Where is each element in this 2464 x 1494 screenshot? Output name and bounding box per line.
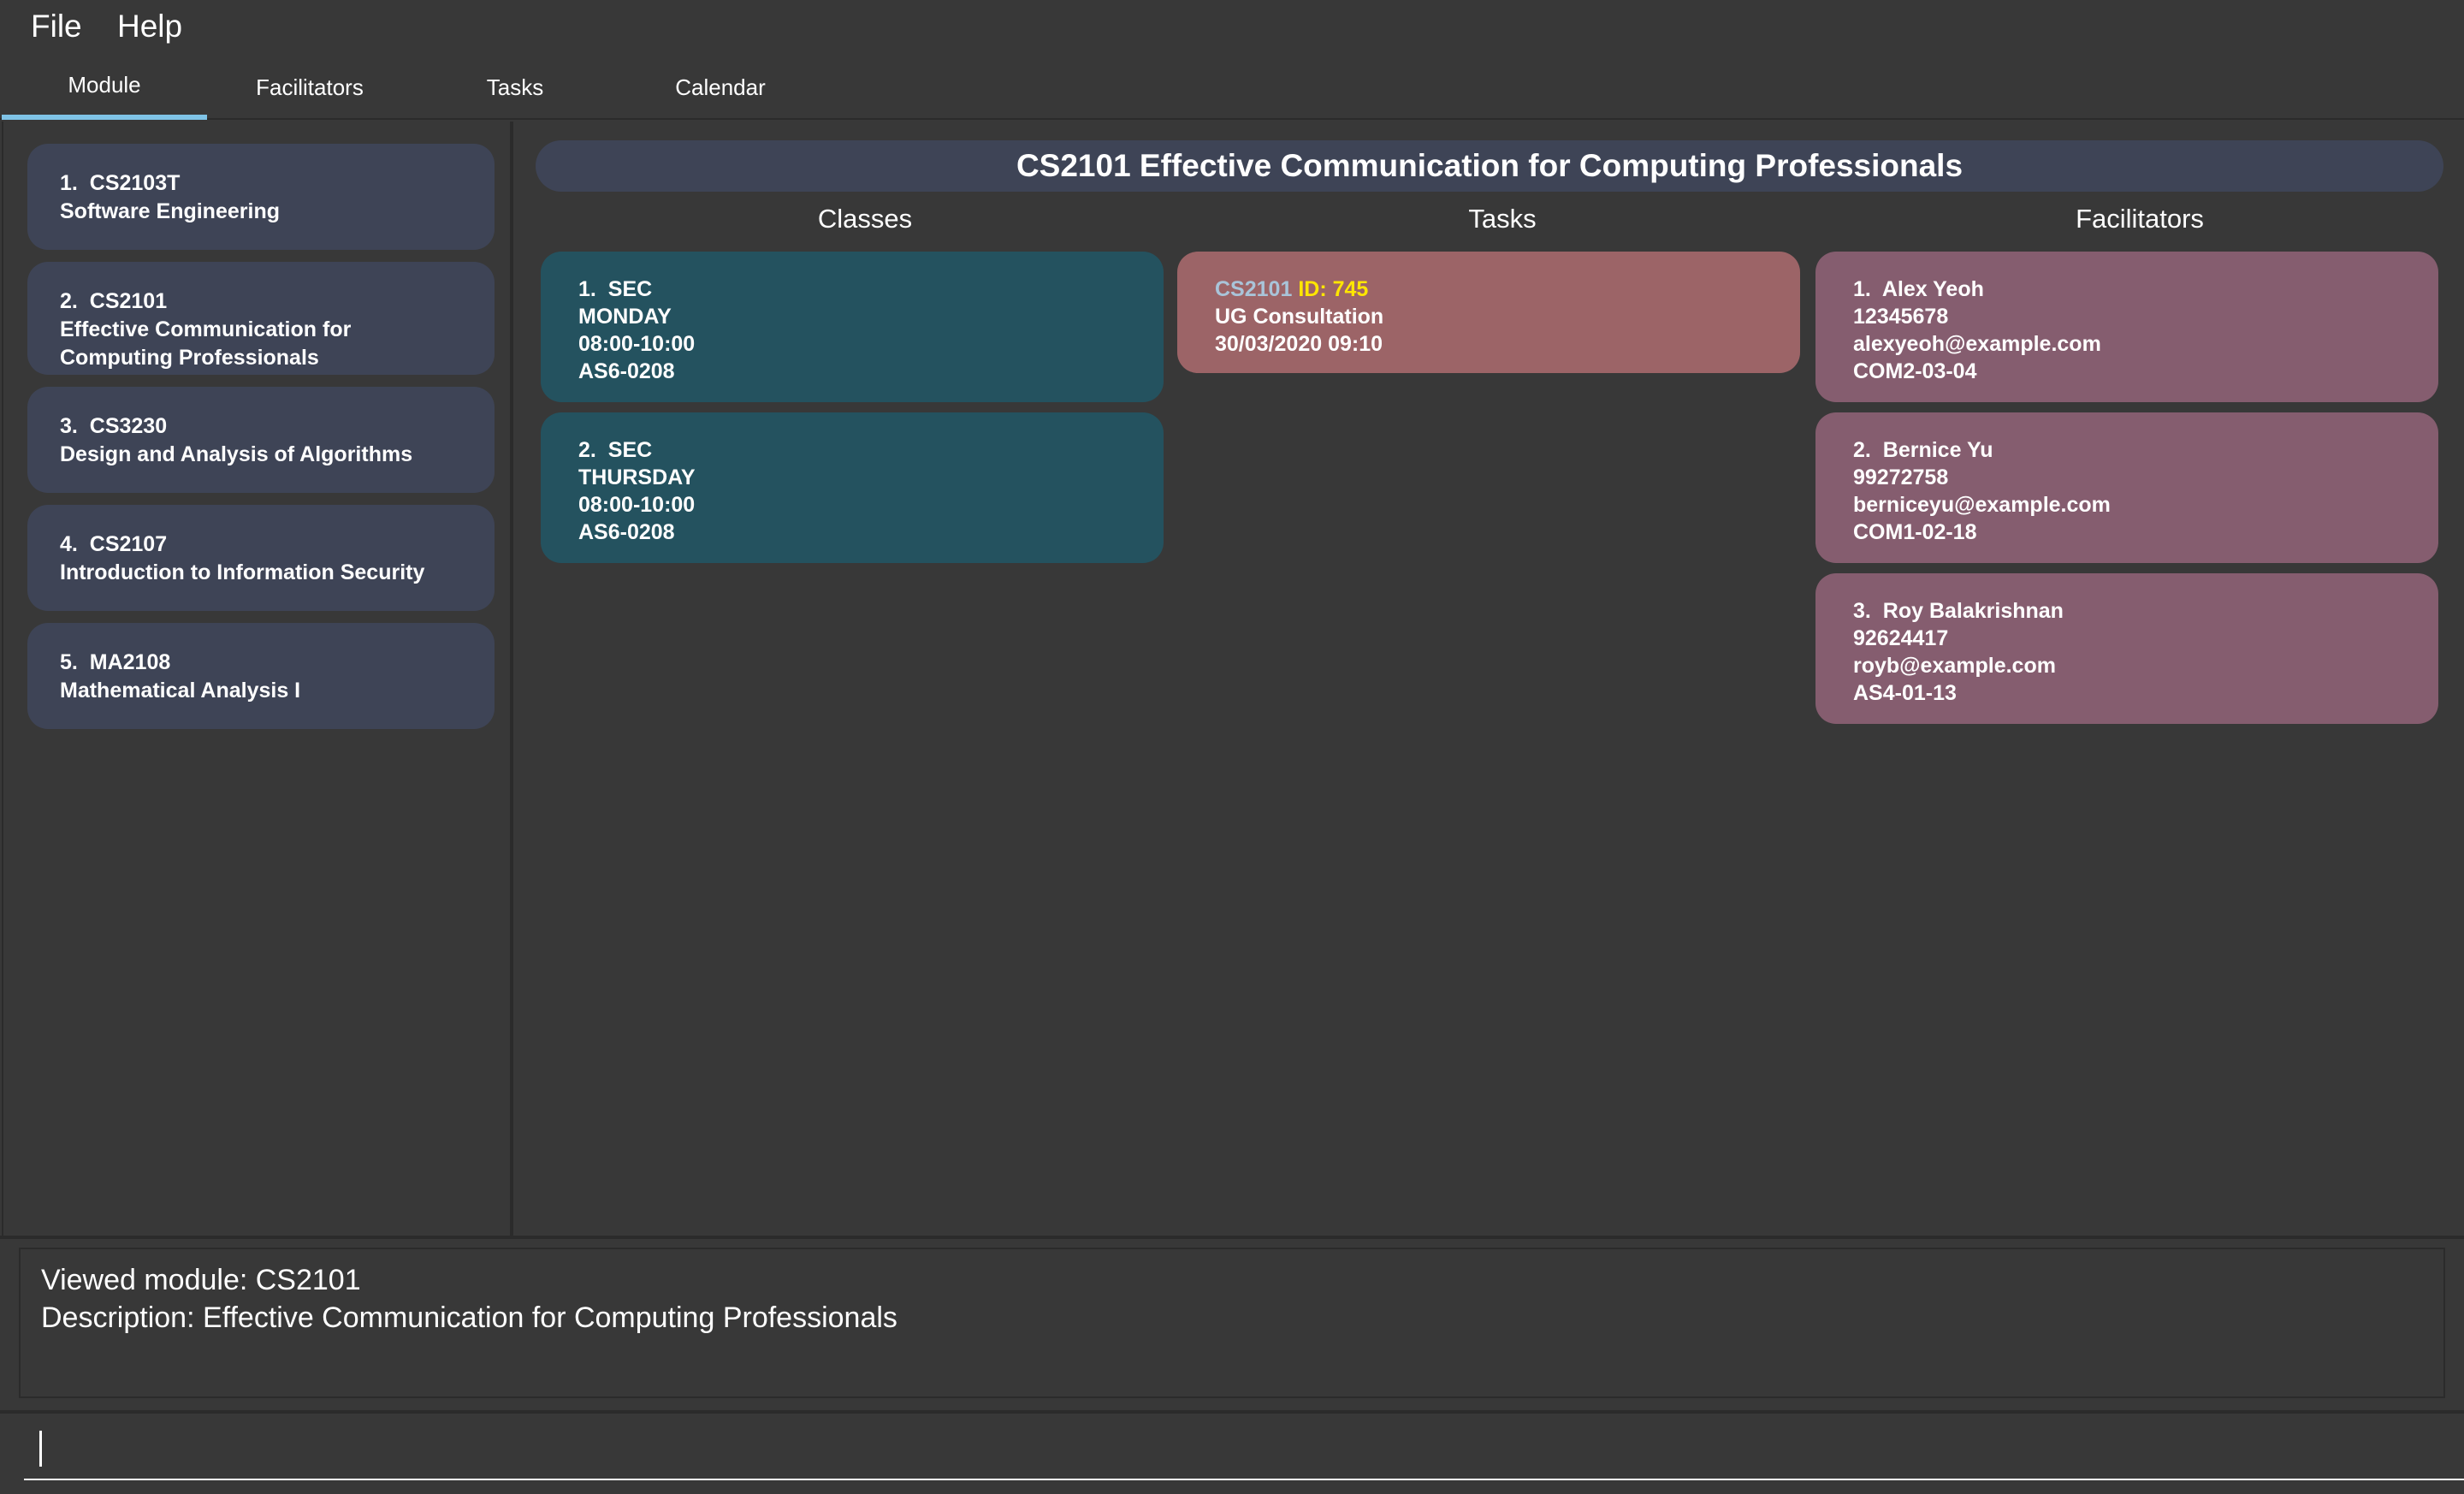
class-time: 08:00-10:00 [578,493,696,517]
facilitator-card[interactable]: 3. Roy Balakrishnan 92624417 royb@exampl… [1815,573,2438,724]
facilitator-office: AS4-01-13 [1853,681,1957,705]
facilitator-card[interactable]: 2. Bernice Yu 99272758 berniceyu@example… [1815,412,2438,563]
tab-module[interactable]: Module [2,55,207,120]
tasks-header: Tasks [1468,204,1537,234]
module-card[interactable]: 3. CS3230 Design and Analysis of Algorit… [27,387,495,493]
task-datetime: 30/03/2020 09:10 [1215,332,1383,356]
task-id: ID: 745 [1298,277,1369,301]
module-card-name: Design and Analysis of Algorithms [60,442,413,466]
facilitator-phone: 92624417 [1853,626,1949,650]
class-card[interactable]: 2. SEC THURSDAY 08:00-10:00 AS6-0208 [541,412,1164,563]
class-venue: AS6-0208 [578,359,675,383]
module-card[interactable]: 2. CS2101 Effective Communication for Co… [27,262,495,375]
facilitator-name: 1. Alex Yeoh [1853,277,1984,301]
class-day: MONDAY [578,305,672,329]
module-card[interactable]: 5. MA2108 Mathematical Analysis I [27,623,495,729]
class-card-header: 1. SEC [578,277,653,301]
tab-facilitators[interactable]: Facilitators [207,55,412,120]
module-card-header: 4. CS2107 [60,532,168,556]
module-card-header: 5. MA2108 [60,650,171,674]
result-line: Viewed module: CS2101 [41,1264,361,1296]
tab-calendar[interactable]: Calendar [618,55,823,120]
module-card[interactable]: 4. CS2107 Introduction to Information Se… [27,505,495,611]
task-card-header: CS2101 ID: 745 [1215,276,1800,303]
facilitator-email: royb@example.com [1853,654,2056,678]
module-card-name: Mathematical Analysis I [60,679,301,703]
result-line: Description: Effective Communication for… [41,1301,897,1334]
menu-bar: File Help [0,0,2464,55]
classes-header: Classes [817,204,913,234]
text-caret [39,1431,42,1467]
menu-help[interactable]: Help [117,9,182,44]
facilitator-email: alexyeoh@example.com [1853,332,2101,356]
task-module-code: CS2101 [1215,277,1293,301]
facilitator-email: berniceyu@example.com [1853,493,2111,517]
class-card-header: 2. SEC [578,438,653,462]
facilitator-name: 3. Roy Balakrishnan [1853,599,2064,623]
menu-file[interactable]: File [31,9,82,44]
facilitator-phone: 12345678 [1853,305,1949,329]
class-card[interactable]: 1. SEC MONDAY 08:00-10:00 AS6-0208 [541,252,1164,402]
facilitator-office: COM2-03-04 [1853,359,1977,383]
class-venue: AS6-0208 [578,520,675,544]
module-card-name: Introduction to Information Security [60,560,425,584]
module-card-header: 2. CS2101 [60,289,168,313]
module-card[interactable]: 1. CS2103T Software Engineering [27,144,495,250]
command-input[interactable] [24,1420,2464,1480]
class-time: 08:00-10:00 [578,332,696,356]
facilitator-card[interactable]: 1. Alex Yeoh 12345678 alexyeoh@example.c… [1815,252,2438,402]
result-display[interactable]: Viewed module: CS2101 Description: Effec… [19,1248,2445,1398]
facilitator-name: 2. Bernice Yu [1853,438,1993,462]
class-day: THURSDAY [578,465,696,489]
module-card-header: 1. CS2103T [60,171,181,195]
tab-tasks[interactable]: Tasks [412,55,618,120]
facilitator-office: COM1-02-18 [1853,520,1977,544]
task-description: UG Consultation [1215,305,1384,329]
module-card-name: Effective Communication for [60,317,352,341]
module-title: CS2101 Effective Communication for Compu… [536,140,2443,192]
module-card-name: Computing Professionals [60,346,319,370]
facilitator-phone: 99272758 [1853,465,1949,489]
module-list-panel[interactable]: 1. CS2103T Software Engineering 2. CS210… [2,122,513,1236]
tab-bar: Module Facilitators Tasks Calendar [0,55,2464,120]
task-card[interactable]: CS2101 ID: 745 UG Consultation 30/03/202… [1177,252,1800,373]
module-card-header: 3. CS3230 [60,414,168,438]
facilitators-header: Facilitators [2076,204,2204,234]
module-card-name: Software Engineering [60,199,280,223]
